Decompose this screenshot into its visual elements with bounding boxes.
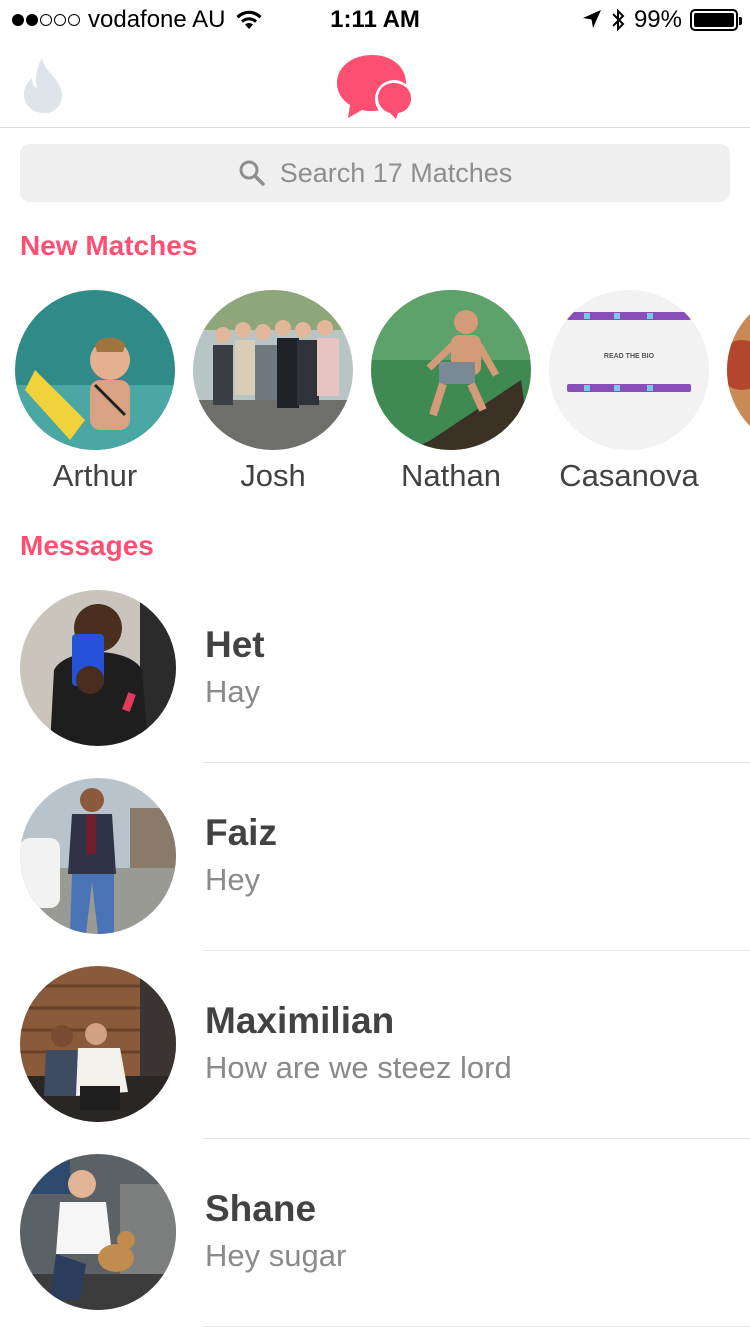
avatar[interactable] [193, 290, 353, 450]
message-row[interactable]: Faiz Hey [0, 778, 750, 966]
divider [203, 950, 750, 951]
search-icon [239, 160, 265, 186]
avatar[interactable] [20, 590, 176, 746]
new-matches-title: New Matches [20, 230, 198, 261]
search-input[interactable]: Search 17 Matches [20, 144, 730, 202]
message-sender-name: Faiz [205, 812, 277, 853]
battery-icon [690, 9, 742, 31]
match-item-partial[interactable] [727, 290, 750, 458]
status-right: 99% [582, 6, 742, 34]
avatar[interactable] [727, 290, 750, 450]
match-name: Josh [240, 458, 306, 493]
avatar[interactable] [20, 778, 176, 934]
location-arrow-icon [582, 10, 601, 28]
message-preview: How are we steez lord [205, 1050, 512, 1085]
match-name: Casanova [559, 458, 699, 493]
message-sender-name: Het [205, 624, 265, 665]
message-row[interactable]: Het Hay [0, 590, 750, 778]
avatar[interactable] [20, 1154, 176, 1310]
battery-level [694, 13, 734, 27]
message-row[interactable]: Maximilian How are we steez lord [0, 966, 750, 1154]
avatar-text: READ THE BIO [604, 353, 655, 360]
battery-percent: 99% [633, 6, 682, 33]
nav-bar [0, 40, 750, 128]
messages-title: Messages [20, 530, 154, 561]
avatar[interactable] [15, 290, 175, 450]
match-name: Nathan [401, 458, 501, 493]
avatar[interactable] [20, 966, 176, 1122]
message-sender-name: Maximilian [205, 1000, 395, 1041]
divider [203, 1326, 750, 1327]
message-preview: Hey sugar [205, 1238, 347, 1273]
bluetooth-icon [612, 8, 625, 32]
divider [203, 1138, 750, 1139]
match-item-nathan[interactable]: Nathan [371, 290, 531, 494]
message-sender-name: Shane [205, 1188, 317, 1229]
flame-icon[interactable] [20, 56, 66, 114]
message-row[interactable]: Shane Hey sugar [0, 1154, 750, 1334]
divider [203, 762, 750, 763]
match-item-josh[interactable]: Josh [193, 290, 353, 494]
chat-bubbles-icon[interactable] [334, 52, 416, 122]
match-item-casanova[interactable]: READ THE BIO Casanova [549, 290, 709, 494]
avatar[interactable] [371, 290, 531, 450]
match-name: Arthur [52, 458, 138, 493]
message-preview: Hey [205, 862, 261, 897]
message-preview: Hay [205, 674, 261, 709]
new-matches-list: Arthur Josh Nathan READ THE BIO Casanova [0, 290, 750, 500]
search-placeholder: Search 17 Matches [279, 157, 513, 188]
status-bar: vodafone AU 1:11 AM 99% [0, 0, 750, 40]
avatar[interactable]: READ THE BIO [549, 290, 709, 450]
match-item-arthur[interactable]: Arthur [15, 290, 175, 494]
